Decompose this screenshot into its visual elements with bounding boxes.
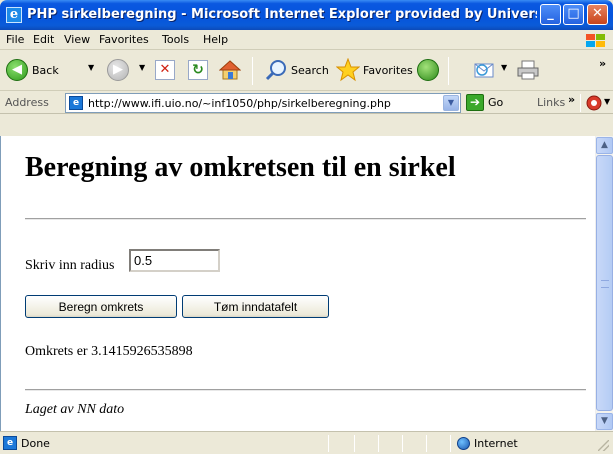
- browser-window: e PHP sirkelberegning - Microsoft Intern…: [0, 0, 613, 454]
- go-button[interactable]: Go: [488, 96, 503, 109]
- close-button[interactable]: ✕: [587, 4, 608, 25]
- stop-icon[interactable]: ✕: [155, 60, 175, 80]
- page-icon: e: [69, 96, 83, 110]
- favorites-star-icon[interactable]: [336, 58, 360, 82]
- menu-help[interactable]: Help: [203, 33, 228, 46]
- home-icon[interactable]: [219, 59, 241, 81]
- page-title: Beregning av omkretsen til en sirkel: [25, 152, 456, 183]
- menu-edit[interactable]: Edit: [33, 33, 54, 46]
- scroll-up-arrow-icon[interactable]: ▲: [596, 137, 613, 154]
- media-icon[interactable]: [417, 59, 439, 81]
- mail-dropdown-chevron-icon[interactable]: ▼: [501, 63, 507, 72]
- scroll-grip-icon: [601, 280, 609, 288]
- menu-bar: File Edit View Favorites Tools Help: [0, 30, 613, 50]
- forward-dropdown-chevron-icon[interactable]: ▼: [139, 63, 145, 72]
- print-icon[interactable]: [517, 60, 539, 80]
- toolbar: ◀ Back ▼ ▶ ▼ ✕ ↻ Search Favorites ▼ »: [0, 51, 613, 91]
- search-button[interactable]: Search: [291, 64, 329, 77]
- status-panel-divider: [378, 435, 379, 452]
- status-panel-divider: [354, 435, 355, 452]
- minimize-button[interactable]: _: [540, 4, 561, 25]
- back-dropdown-chevron-icon[interactable]: ▼: [88, 63, 94, 72]
- address-dropdown-chevron-icon[interactable]: ▼: [443, 95, 459, 111]
- links-label[interactable]: Links: [537, 96, 565, 109]
- menu-favorites[interactable]: Favorites: [99, 33, 149, 46]
- address-separator: [580, 94, 581, 112]
- address-input[interactable]: e http://www.ifi.uio.no/~inf1050/php/sir…: [65, 93, 461, 113]
- favorites-button[interactable]: Favorites: [363, 64, 413, 77]
- mail-icon[interactable]: [474, 61, 498, 79]
- scroll-down-arrow-icon[interactable]: ▼: [596, 413, 613, 430]
- divider-bottom: [25, 389, 586, 391]
- status-text: Done: [21, 437, 50, 450]
- maximize-button[interactable]: □: [563, 4, 584, 25]
- calculate-button[interactable]: Beregn omkrets: [25, 295, 177, 318]
- address-url[interactable]: http://www.ifi.uio.no/~inf1050/php/sirke…: [88, 97, 391, 110]
- address-label: Address: [5, 96, 49, 109]
- extension-icon[interactable]: [586, 95, 602, 111]
- toolbar-separator: [252, 57, 253, 85]
- resize-grip-icon[interactable]: [598, 440, 609, 451]
- menu-view[interactable]: View: [64, 33, 90, 46]
- radius-input[interactable]: [129, 249, 220, 272]
- status-panel-divider: [402, 435, 403, 452]
- scroll-thumb[interactable]: [596, 155, 613, 411]
- menu-file[interactable]: File: [6, 33, 24, 46]
- status-panel-divider: [328, 435, 329, 452]
- go-arrow-icon[interactable]: ➔: [466, 94, 484, 111]
- window-title: PHP sirkelberegning - Microsoft Internet…: [27, 7, 537, 22]
- refresh-icon[interactable]: ↻: [188, 60, 208, 80]
- status-page-icon: e: [3, 436, 17, 450]
- back-arrow-icon[interactable]: ◀: [6, 59, 28, 81]
- links-overflow-chevron-icon[interactable]: »: [568, 93, 575, 106]
- status-panel-divider: [426, 435, 427, 452]
- forward-arrow-icon[interactable]: ▶: [107, 59, 129, 81]
- status-bar: e Done Internet: [0, 431, 613, 454]
- vertical-scrollbar[interactable]: ▲ ▼: [595, 136, 613, 431]
- result-text: Omkrets er 3.1415926535898: [25, 344, 193, 359]
- app-ie-icon: e: [6, 7, 22, 23]
- toolbar-overflow-chevron-icon[interactable]: »: [599, 57, 606, 70]
- windows-logo-icon: [584, 33, 608, 49]
- status-panel-divider: [450, 435, 451, 452]
- title-bar[interactable]: e PHP sirkelberegning - Microsoft Intern…: [0, 0, 613, 30]
- radius-label: Skriv inn radius: [25, 258, 115, 273]
- back-button[interactable]: Back: [32, 64, 59, 77]
- extension-dropdown-chevron-icon[interactable]: ▼: [604, 97, 610, 106]
- page-content: Beregning av omkretsen til en sirkel Skr…: [0, 136, 595, 431]
- globe-icon: [457, 437, 470, 450]
- divider-top: [25, 218, 586, 220]
- search-icon[interactable]: [264, 58, 288, 82]
- menu-tools[interactable]: Tools: [162, 33, 189, 46]
- address-bar: Address e http://www.ifi.uio.no/~inf1050…: [0, 92, 613, 114]
- clear-button[interactable]: Tøm inndatafelt: [182, 295, 329, 318]
- toolbar-separator: [448, 57, 449, 85]
- security-zone: Internet: [474, 437, 518, 450]
- footer-text: Laget av NN dato: [25, 402, 125, 417]
